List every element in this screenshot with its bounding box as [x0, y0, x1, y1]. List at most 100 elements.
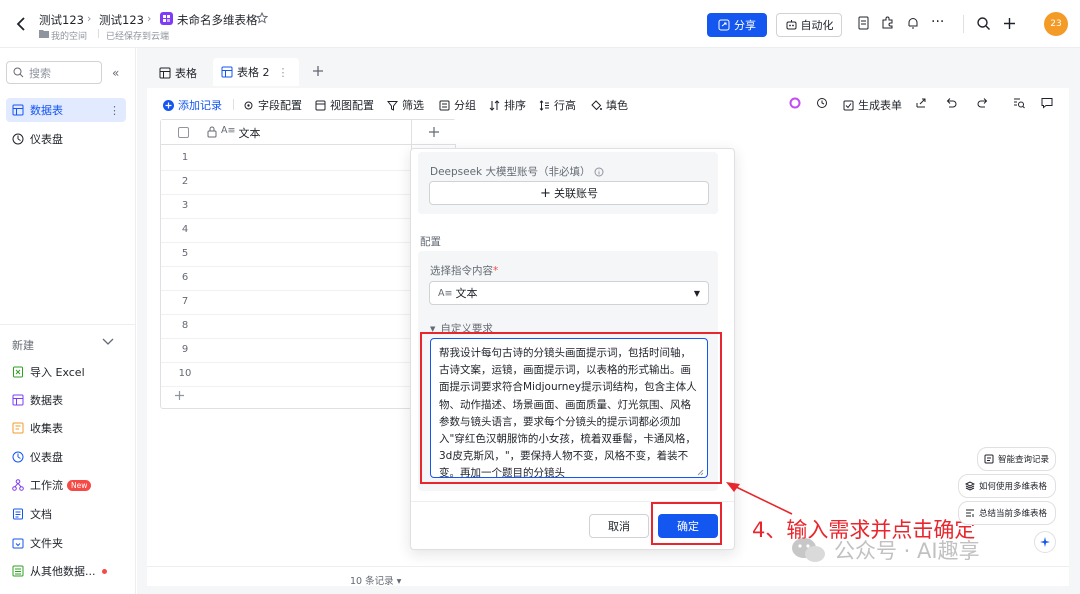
breadcrumb-separator-icon: ›: [147, 12, 152, 25]
more-vertical-icon[interactable]: ⋮: [109, 104, 120, 117]
group-icon: [439, 100, 450, 110]
plus-icon: [429, 127, 439, 137]
automation-button[interactable]: 自动化: [776, 13, 842, 37]
more-icon[interactable]: ···: [931, 14, 947, 30]
search-placeholder: 搜索: [29, 66, 51, 80]
more-vertical-icon[interactable]: ⋮: [278, 66, 289, 79]
fill-color-button[interactable]: 填色: [591, 97, 628, 113]
share-button[interactable]: 分享: [707, 13, 767, 37]
sidebar-item-datatable[interactable]: 数据表 ⋮: [6, 98, 126, 122]
bell-icon[interactable]: [906, 16, 922, 32]
ai-sparkle-button[interactable]: [1034, 531, 1056, 553]
add-row-icon[interactable]: [174, 390, 185, 401]
search-input[interactable]: 搜索: [6, 61, 102, 84]
history-icon[interactable]: [816, 97, 828, 109]
space-location[interactable]: 我的空间: [51, 29, 87, 42]
add-column-button[interactable]: [412, 120, 456, 145]
select-all-checkbox[interactable]: [178, 127, 189, 138]
filter-button[interactable]: 筛选: [387, 97, 424, 113]
new-item-label: 文件夹: [30, 537, 63, 550]
how-to-use-button[interactable]: 如何使用多维表格: [958, 474, 1056, 498]
field-config-label: 字段配置: [258, 99, 302, 112]
plugin-icon[interactable]: [881, 16, 897, 32]
workflow-icon: [12, 479, 24, 491]
new-form[interactable]: 收集表: [6, 416, 126, 440]
row-divider: [161, 314, 411, 315]
undo-icon[interactable]: [945, 97, 957, 109]
sort-button[interactable]: 排序: [489, 97, 526, 113]
avatar[interactable]: 23: [1044, 12, 1068, 36]
document-icon: [13, 508, 23, 520]
new-item-label: 文档: [30, 508, 52, 521]
share-view-icon[interactable]: [915, 97, 927, 109]
row-number[interactable]: 10: [161, 368, 209, 379]
breadcrumb-item-2[interactable]: 测试123: [99, 12, 144, 28]
filter-label: 筛选: [402, 99, 424, 112]
new-datatable[interactable]: 数据表: [6, 388, 126, 412]
smart-query-button[interactable]: 智能查询记录: [977, 447, 1056, 471]
table-icon: [221, 66, 233, 78]
instruction-select[interactable]: A≡ 文本 ▼: [429, 281, 709, 305]
row-height-icon: [539, 99, 549, 111]
row-number[interactable]: 1: [161, 152, 209, 163]
collapse-sidebar-icon[interactable]: «: [112, 66, 119, 80]
sidebar-item-label: 仪表盘: [30, 133, 63, 146]
row-number[interactable]: 4: [161, 224, 209, 235]
info-icon: [594, 167, 604, 176]
ai-assistant-icon[interactable]: [789, 97, 801, 109]
breadcrumb-item-1[interactable]: 测试123: [39, 12, 84, 28]
summary-label: 总结当前多维表格: [979, 509, 1048, 519]
summary-button[interactable]: 总结当前多维表格: [958, 501, 1056, 525]
tab-table-2[interactable]: 表格 2 ⋮: [213, 58, 299, 86]
new-item-label: 工作流: [30, 479, 63, 492]
plus-icon[interactable]: [1002, 16, 1018, 32]
table-icon: [12, 394, 24, 406]
new-dashboard[interactable]: 仪表盘: [6, 445, 126, 469]
add-tab-icon[interactable]: [312, 65, 324, 77]
record-count[interactable]: 10 条记录 ▾: [350, 573, 401, 587]
search-icon[interactable]: [976, 16, 992, 32]
fill-color-label: 填色: [606, 99, 628, 112]
generate-form-button[interactable]: 生成表单: [843, 97, 902, 113]
row-number[interactable]: 7: [161, 296, 209, 307]
account-label-row: Deepseek 大模型账号（非必填）: [430, 164, 604, 179]
star-icon[interactable]: [256, 12, 268, 24]
tab-table-1[interactable]: 表格: [159, 60, 211, 86]
link-account-button[interactable]: + 关联账号: [429, 181, 709, 205]
new-folder[interactable]: 文件夹: [6, 531, 126, 555]
row-number[interactable]: 5: [161, 248, 209, 259]
row-height-button[interactable]: 行高: [539, 97, 576, 113]
row-number[interactable]: 3: [161, 200, 209, 211]
doc-info-icon[interactable]: [857, 16, 873, 32]
comment-icon[interactable]: [1041, 97, 1053, 109]
cancel-button[interactable]: 取消: [589, 514, 649, 538]
row-divider: [161, 242, 411, 243]
group-button[interactable]: 分组: [439, 97, 476, 113]
smart-query-label: 智能查询记录: [998, 455, 1050, 465]
column-header-text[interactable]: A≡ 文本: [221, 125, 260, 141]
view-config-button[interactable]: 视图配置: [315, 97, 374, 113]
share-icon: [718, 19, 730, 31]
row-number[interactable]: 2: [161, 176, 209, 187]
document-title[interactable]: 未命名多维表格: [177, 12, 258, 28]
new-document[interactable]: 文档: [6, 502, 126, 526]
back-arrow-icon[interactable]: [14, 16, 28, 32]
row-number[interactable]: 8: [161, 320, 209, 331]
new-import-excel[interactable]: 导入 Excel: [6, 360, 126, 384]
row-divider: [161, 218, 411, 219]
sidebar-item-dashboard[interactable]: 仪表盘: [6, 127, 126, 151]
new-from-other-source[interactable]: 从其他数据...: [6, 559, 126, 583]
folder-icon: [39, 29, 49, 38]
row-divider: [161, 362, 411, 363]
search-records-icon[interactable]: [1013, 97, 1025, 109]
plus-icon: +: [540, 185, 551, 201]
redo-icon[interactable]: [977, 97, 989, 109]
add-record-button[interactable]: 添加记录: [163, 97, 222, 113]
row-number[interactable]: 6: [161, 272, 209, 283]
add-circle-icon: [163, 99, 174, 111]
new-workflow[interactable]: 工作流 New: [6, 473, 126, 497]
link-account-label: 关联账号: [553, 187, 598, 200]
row-number[interactable]: 9: [161, 344, 209, 355]
chevron-down-icon[interactable]: [102, 338, 114, 346]
field-config-button[interactable]: 字段配置: [243, 97, 302, 113]
